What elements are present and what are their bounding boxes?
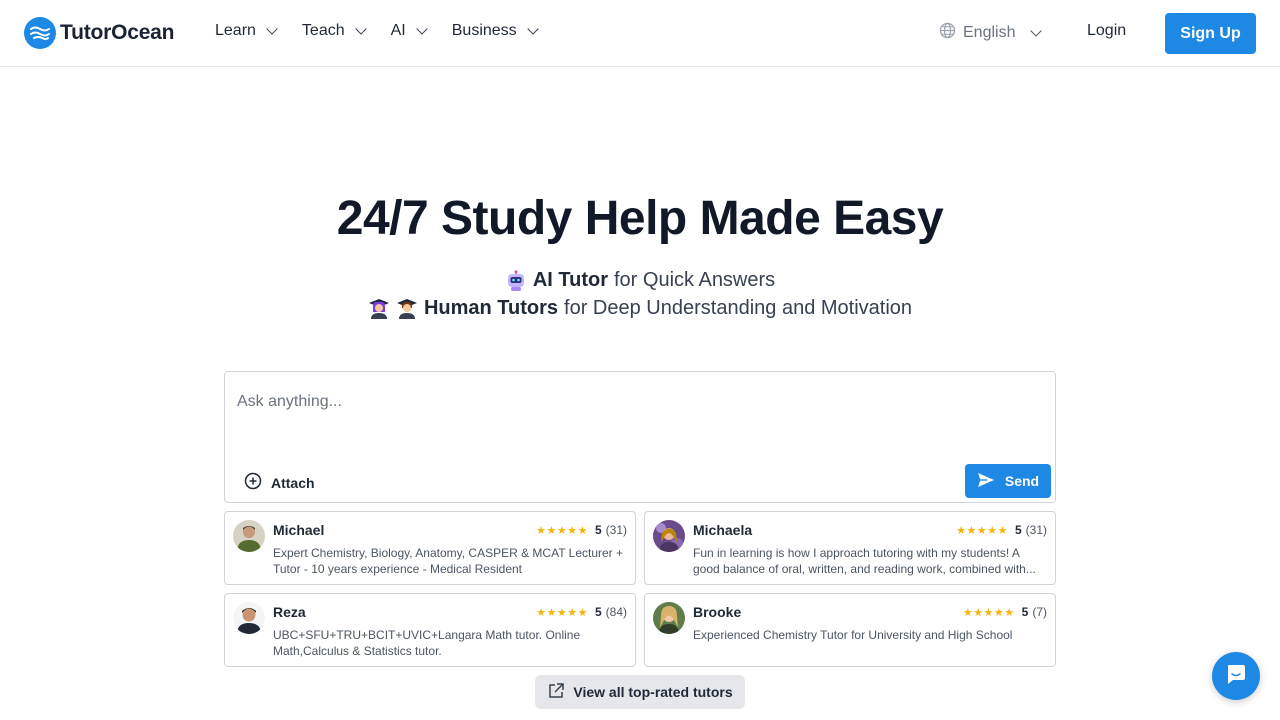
tutor-rating: ★★★★★ 5 (7) <box>963 605 1047 619</box>
chat-bubble-icon <box>1225 663 1247 690</box>
tutor-description: Experienced Chemistry Tutor for Universi… <box>693 628 1013 642</box>
human-tutors-label: Human Tutors <box>423 297 559 319</box>
star-rating-icon: ★★★★★ <box>536 606 588 619</box>
logo[interactable]: TutorOcean <box>24 17 174 49</box>
avatar <box>233 520 265 552</box>
rating-score: 5 <box>1014 523 1022 537</box>
tutor-name: Michael <box>273 522 325 538</box>
send-label: Send <box>1004 473 1040 489</box>
waves-icon <box>24 17 56 49</box>
hero-ai-tutor-line: AI Tutor for Quick Answers <box>0 269 1280 292</box>
avatar <box>653 520 685 552</box>
tutor-description: Fun in learning is how I approach tutori… <box>693 546 1036 576</box>
avatar <box>653 602 685 634</box>
nav-label: AI <box>390 22 406 39</box>
chevron-down-icon <box>266 23 278 35</box>
tutor-rating: ★★★★★ 5 (31) <box>536 523 627 537</box>
rating-score: 5 <box>594 523 602 537</box>
chevron-down-icon <box>354 23 367 35</box>
plus-circle-icon <box>244 472 262 493</box>
nav-learn[interactable]: Learn <box>215 22 278 40</box>
ask-input[interactable] <box>237 382 1037 422</box>
nav-label: Teach <box>301 22 345 39</box>
tutor-card-brooke[interactable]: Brooke ★★★★★ 5 (7) Experienced Chemistry… <box>644 593 1056 667</box>
language-label: English <box>963 24 1016 41</box>
nav-label: Business <box>451 22 517 39</box>
star-rating-icon: ★★★★★ <box>536 524 588 537</box>
send-button[interactable]: Send <box>965 464 1051 498</box>
tutor-card-michael[interactable]: Michael ★★★★★ 5 (31) Expert Chemistry, B… <box>224 511 636 585</box>
rating-score: 5 <box>594 605 602 619</box>
robot-icon <box>505 269 527 292</box>
page-title: 24/7 Study Help Made Easy <box>336 192 944 245</box>
globe-icon <box>939 22 956 44</box>
tutor-rating: ★★★★★ 5 (31) <box>956 523 1047 537</box>
tutor-name: Brooke <box>693 604 742 620</box>
main-nav: Learn Teach AI Business <box>215 22 563 40</box>
tutor-name: Reza <box>273 604 306 620</box>
site-header: TutorOcean Learn Teach AI Business Engli… <box>0 0 1280 67</box>
chat-widget-button[interactable] <box>1212 652 1260 700</box>
star-rating-icon: ★★★★★ <box>956 524 1008 537</box>
rating-score: 5 <box>1021 605 1029 619</box>
ask-box: Attach Send <box>224 371 1056 503</box>
logo-text: TutorOcean <box>60 21 175 44</box>
student-icon <box>368 298 390 320</box>
attach-label: Attach <box>271 474 315 491</box>
tutor-rating: ★★★★★ 5 (84) <box>536 605 627 619</box>
star-rating-icon: ★★★★★ <box>962 606 1015 619</box>
rating-count: (31) <box>1025 523 1047 537</box>
tutor-card-michaela[interactable]: Michaela ★★★★★ 5 (31) Fun in learning is… <box>644 511 1056 585</box>
rating-count: (31) <box>605 523 627 537</box>
nav-label: Learn <box>215 22 256 39</box>
attach-button[interactable]: Attach <box>244 472 315 493</box>
login-link[interactable]: Login <box>1087 22 1126 40</box>
view-all-label: View all top-rated tutors <box>573 684 733 700</box>
tutor-card-reza[interactable]: Reza ★★★★★ 5 (84) UBC+SFU+TRU+BCIT+UVIC+… <box>224 593 636 667</box>
tutor-description: Expert Chemistry, Biology, Anatomy, CASP… <box>273 546 624 576</box>
avatar <box>233 602 265 634</box>
rating-count: (7) <box>1032 605 1047 619</box>
human-tutors-text: for Deep Understanding and Motivation <box>564 297 913 319</box>
ai-tutor-label: AI Tutor <box>532 269 608 291</box>
chevron-down-icon <box>527 23 539 35</box>
sign-up-button[interactable]: Sign Up <box>1165 13 1256 54</box>
tutor-name: Michaela <box>693 522 753 538</box>
view-all-tutors-button[interactable]: View all top-rated tutors <box>535 675 745 709</box>
chevron-down-icon <box>416 23 428 35</box>
language-selector[interactable]: English <box>939 22 1043 44</box>
tutor-description: UBC+SFU+TRU+BCIT+UVIC+Langara Math tutor… <box>273 628 581 658</box>
nav-ai[interactable]: AI <box>390 22 428 40</box>
ai-tutor-text: for Quick Answers <box>614 269 776 291</box>
chevron-down-icon <box>1030 25 1043 37</box>
nav-business[interactable]: Business <box>451 22 539 40</box>
paper-plane-icon <box>977 472 995 491</box>
student-icon <box>396 298 418 320</box>
nav-teach[interactable]: Teach <box>301 22 367 40</box>
rating-count: (84) <box>605 605 627 619</box>
external-link-icon <box>547 682 565 703</box>
hero-human-tutors-line: Human Tutors for Deep Understanding and … <box>0 297 1280 320</box>
